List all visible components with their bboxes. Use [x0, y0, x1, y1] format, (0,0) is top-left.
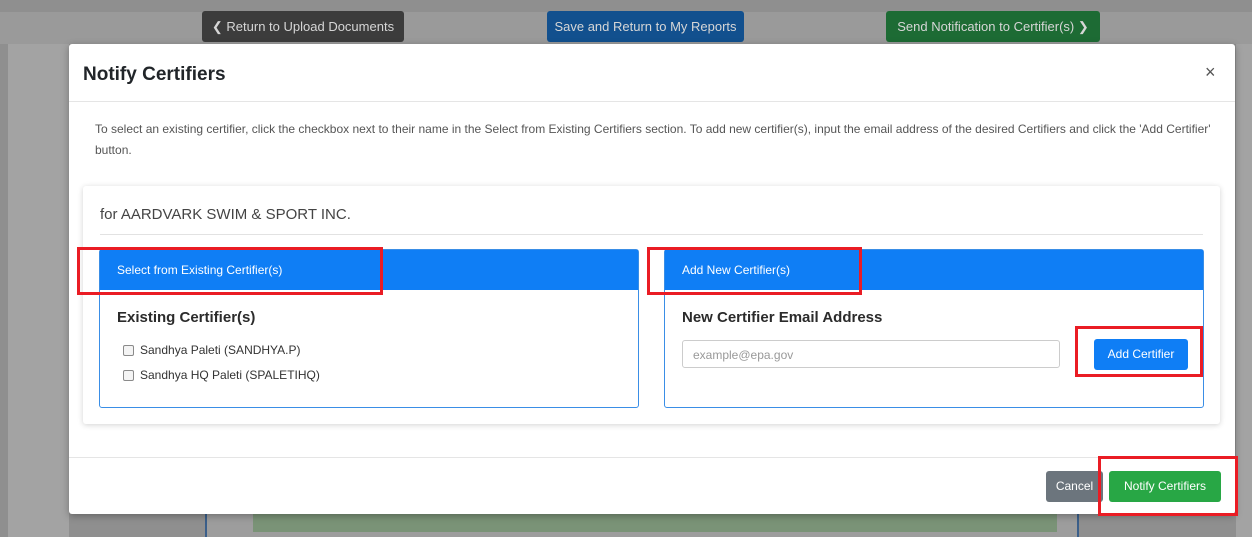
instructions-text: To select an existing certifier, click t…	[95, 122, 1211, 157]
background-content-frame	[205, 514, 1079, 537]
existing-certifiers-subtitle: Existing Certifier(s)	[117, 309, 256, 326]
send-notification-label: Send Notification to Certifier(s)	[897, 19, 1075, 34]
return-to-upload-button[interactable]: ❮ Return to Upload Documents	[202, 11, 404, 42]
existing-certifiers-header: Select from Existing Certifier(s)	[100, 250, 638, 290]
organization-name: for AARDVARK SWIM & SPORT INC.	[100, 206, 351, 223]
new-certifier-subtitle: New Certifier Email Address	[682, 309, 883, 326]
new-certifier-header-label: Add New Certifier(s)	[682, 263, 791, 277]
certifier-checkbox[interactable]	[123, 344, 134, 356]
certifier-label: Sandhya Paleti (SANDHYA.P)	[140, 343, 301, 357]
save-and-return-label: Save and Return to My Reports	[554, 19, 737, 34]
add-certifier-button[interactable]: Add Certifier	[1094, 339, 1188, 370]
chevron-right-icon: ❯	[1074, 19, 1089, 34]
close-icon[interactable]: ×	[1205, 62, 1216, 83]
background-content-area	[253, 514, 1057, 532]
email-field[interactable]: example@epa.gov	[682, 340, 1060, 368]
certifier-label: Sandhya HQ Paleti (SPALETIHQ)	[140, 368, 320, 382]
certifier-card: for AARDVARK SWIM & SPORT INC. Select fr…	[83, 186, 1220, 424]
existing-certifiers-header-label: Select from Existing Certifier(s)	[117, 263, 283, 277]
certifier-row[interactable]: Sandhya HQ Paleti (SPALETIHQ)	[123, 368, 320, 382]
card-divider	[100, 234, 1203, 235]
notify-certifiers-modal: Notify Certifiers × To select an existin…	[69, 44, 1235, 514]
return-to-upload-label: Return to Upload Documents	[226, 19, 395, 34]
save-and-return-button[interactable]: Save and Return to My Reports	[547, 11, 744, 42]
background-right-margin	[1236, 44, 1252, 537]
footer-divider	[69, 457, 1235, 458]
notify-certifiers-button[interactable]: Notify Certifiers	[1109, 471, 1221, 502]
send-notification-button[interactable]: Send Notification to Certifier(s) ❯	[886, 11, 1100, 42]
new-certifier-header: Add New Certifier(s)	[665, 250, 1203, 290]
modal-header: Notify Certifiers ×	[69, 44, 1235, 102]
existing-certifiers-panel: Select from Existing Certifier(s) Existi…	[99, 249, 639, 408]
new-certifier-panel: Add New Certifier(s) New Certifier Email…	[664, 249, 1204, 408]
background-left-margin	[8, 44, 69, 537]
certifier-row[interactable]: Sandhya Paleti (SANDHYA.P)	[123, 343, 301, 357]
modal-title: Notify Certifiers	[83, 64, 226, 85]
cancel-button[interactable]: Cancel	[1046, 471, 1103, 502]
certifier-checkbox[interactable]	[123, 369, 134, 381]
chevron-left-icon: ❮	[211, 19, 227, 34]
